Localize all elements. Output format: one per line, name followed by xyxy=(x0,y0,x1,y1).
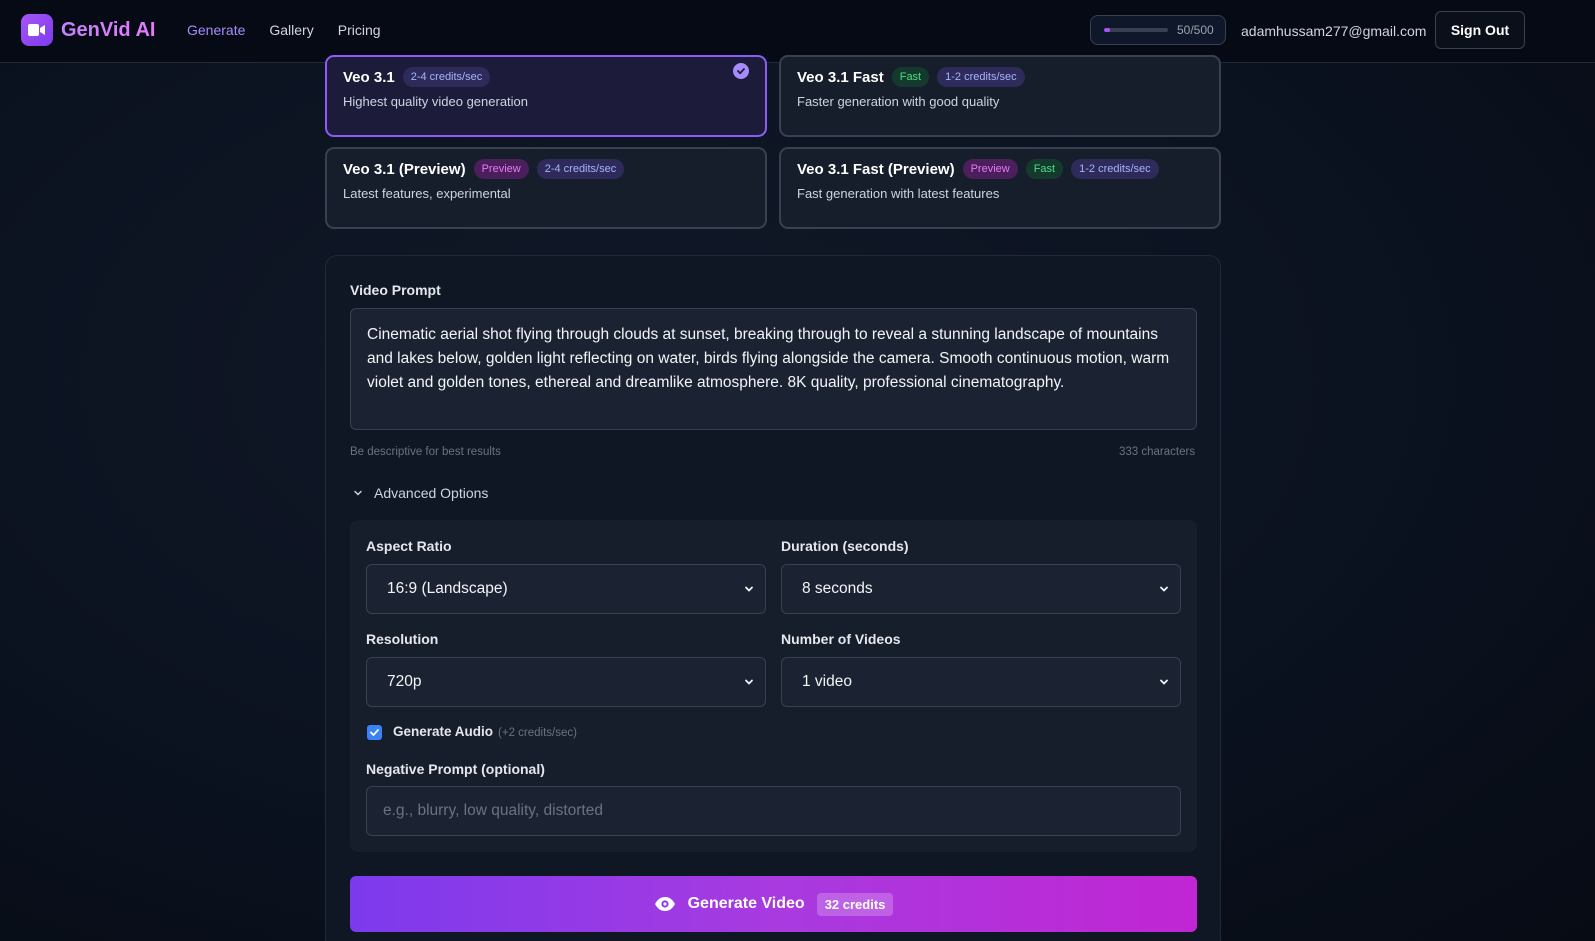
resolution-select[interactable]: 720p xyxy=(366,657,766,707)
negative-prompt-label: Negative Prompt (optional) xyxy=(366,761,545,777)
model-title: Veo 3.1 Fast (Preview) xyxy=(797,160,955,178)
model-card-veo-3-1-preview[interactable]: Veo 3.1 (Preview) Preview 2-4 credits/se… xyxy=(325,147,767,229)
chevron-down-icon xyxy=(745,586,753,592)
aspect-ratio-value: 16:9 (Landscape) xyxy=(387,580,508,597)
model-description: Faster generation with good quality xyxy=(797,94,1000,109)
model-description: Fast generation with latest features xyxy=(797,186,1000,201)
nav-pricing[interactable]: Pricing xyxy=(338,22,381,38)
character-count: 333 characters xyxy=(1119,446,1196,458)
chevron-down-icon xyxy=(745,679,753,685)
chevron-down-icon xyxy=(1160,586,1168,592)
model-title: Veo 3.1 Fast xyxy=(797,68,884,86)
aspect-ratio-select[interactable]: 16:9 (Landscape) xyxy=(366,564,766,614)
generate-audio-checkbox[interactable] xyxy=(367,725,382,740)
model-card-veo-3-1[interactable]: Veo 3.1 2-4 credits/sec Highest quality … xyxy=(325,55,767,137)
nav-generate[interactable]: Generate xyxy=(187,22,245,38)
app-logo[interactable]: GenVid AI xyxy=(21,14,155,46)
duration-value: 8 seconds xyxy=(802,580,873,597)
generate-video-button[interactable]: Generate Video 32 credits xyxy=(350,876,1197,932)
checkmark-icon xyxy=(370,729,379,736)
video-count-select[interactable]: 1 video xyxy=(781,657,1181,707)
app-name: GenVid AI xyxy=(61,18,156,41)
model-card-veo-3-1-fast[interactable]: Veo 3.1 Fast Fast 1-2 credits/sec Faster… xyxy=(779,55,1221,137)
fast-badge: Fast xyxy=(891,67,930,87)
video-count-value: 1 video xyxy=(802,673,852,690)
chevron-down-icon xyxy=(354,490,362,496)
generate-audio-label: Generate Audio (+2 credits/sec) xyxy=(393,724,577,739)
sign-out-button[interactable]: Sign Out xyxy=(1435,11,1525,49)
video-count-label: Number of Videos xyxy=(781,631,901,647)
credits-progress-fill xyxy=(1104,28,1111,32)
resolution-value: 720p xyxy=(387,673,422,690)
nav-gallery[interactable]: Gallery xyxy=(269,22,313,38)
prompt-hint: Be descriptive for best results xyxy=(350,446,501,458)
credits-badge: 1-2 credits/sec xyxy=(1071,159,1159,179)
model-title: Veo 3.1 xyxy=(343,68,395,86)
generate-audio-text: Generate Audio xyxy=(393,724,494,739)
eye-icon xyxy=(654,897,675,911)
advanced-options-label: Advanced Options xyxy=(374,485,489,501)
fast-badge: Fast xyxy=(1025,159,1064,179)
chevron-down-icon xyxy=(1160,679,1168,685)
credits-progress-bar xyxy=(1104,28,1168,32)
model-card-veo-3-1-fast-preview[interactable]: Veo 3.1 Fast (Preview) Preview Fast 1-2 … xyxy=(779,147,1221,229)
credits-badge: 1-2 credits/sec xyxy=(937,67,1025,87)
advanced-options-toggle[interactable]: Advanced Options xyxy=(352,485,488,501)
checkmark-icon xyxy=(733,63,749,79)
credits-badge: 2-4 credits/sec xyxy=(536,159,625,179)
aspect-ratio-label: Aspect Ratio xyxy=(366,538,452,554)
model-description: Highest quality video generation xyxy=(343,94,529,109)
main-nav: Generate Gallery Pricing xyxy=(187,22,405,38)
preview-badge: Preview xyxy=(473,159,529,179)
negative-prompt-input[interactable] xyxy=(366,786,1181,836)
generate-credits-badge: 32 credits xyxy=(816,892,894,916)
audio-credits-note: (+2 credits/sec) xyxy=(498,727,577,739)
resolution-label: Resolution xyxy=(366,631,439,647)
prompt-label: Video Prompt xyxy=(350,282,441,298)
credits-count: 50/500 xyxy=(1177,23,1214,37)
duration-select[interactable]: 8 seconds xyxy=(781,564,1181,614)
credits-badge: 2-4 credits/sec xyxy=(402,67,491,87)
user-email: adamhussam277@gmail.com xyxy=(1241,23,1427,39)
model-description: Latest features, experimental xyxy=(343,186,511,201)
model-title: Veo 3.1 (Preview) xyxy=(343,160,466,178)
prompt-textarea[interactable]: Cinematic aerial shot flying through clo… xyxy=(350,308,1197,430)
generate-video-label: Generate Video xyxy=(687,895,805,912)
credits-indicator[interactable]: 50/500 xyxy=(1090,15,1226,45)
preview-badge: Preview xyxy=(962,159,1018,179)
duration-label: Duration (seconds) xyxy=(781,538,909,554)
video-camera-icon xyxy=(21,14,53,46)
top-header: GenVid AI Generate Gallery Pricing 50/50… xyxy=(0,0,1595,63)
